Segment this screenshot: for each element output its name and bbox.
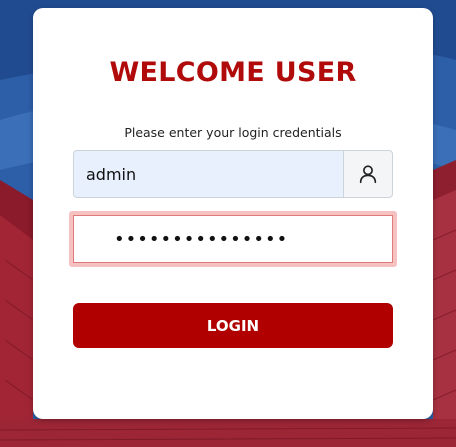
password-field-wrapper <box>69 211 397 267</box>
password-input[interactable] <box>73 215 393 263</box>
login-card: WELCOME USER Please enter your login cre… <box>33 8 433 419</box>
login-subtitle: Please enter your login credentials <box>124 125 342 140</box>
user-icon <box>359 165 377 184</box>
username-input[interactable] <box>73 150 343 198</box>
username-group <box>73 150 393 198</box>
page-title: WELCOME USER <box>109 57 357 88</box>
login-button[interactable]: LOGIN <box>73 303 393 348</box>
username-addon <box>343 150 393 198</box>
